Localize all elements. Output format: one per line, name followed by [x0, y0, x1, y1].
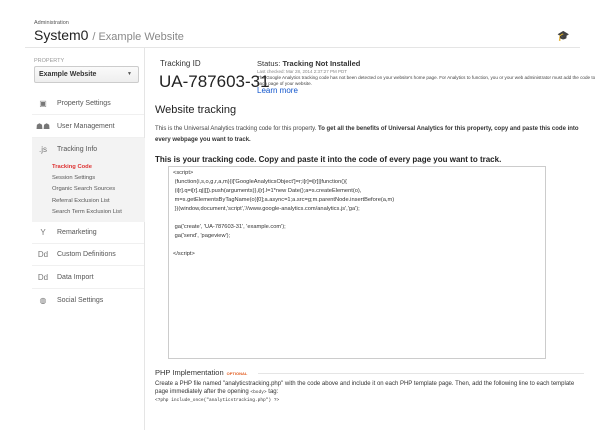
caret-down-icon: ▼ — [127, 71, 132, 77]
php-code: <?php include_once("analyticstracking.ph… — [155, 398, 280, 403]
php-desc-end: tag: — [266, 388, 279, 395]
php-title: PHP Implementation — [155, 368, 224, 377]
sidebar-item-custom-definitions[interactable]: Dd Custom Definitions — [32, 244, 144, 266]
account-name[interactable]: System0 — [34, 27, 88, 43]
sidebar-item-user-management[interactable]: ☗☗ User Management — [32, 116, 144, 138]
js-icon: .js — [39, 144, 47, 154]
sidebar-item-tracking-info[interactable]: .js Tracking Info — [32, 138, 144, 160]
globe-icon: ◍ — [39, 295, 47, 305]
website-tracking-description: This is the Universal Analytics tracking… — [155, 124, 585, 146]
website-tracking-heading: Website tracking — [155, 104, 237, 116]
tracking-code-textarea[interactable]: <script> (function(i,s,o,g,r,a,m){i['Goo… — [168, 166, 546, 359]
tracking-code-heading: This is your tracking code. Copy and pas… — [155, 155, 502, 164]
tracking-id-label: Tracking ID — [160, 59, 201, 68]
status: Status: Tracking Not Installed — [257, 59, 360, 68]
last-checked: Last checked: Mar 28, 2014 2:37:27 PM PD… — [257, 69, 348, 74]
layout-icon: ▣ — [39, 99, 47, 108]
status-label: Status: — [257, 59, 281, 68]
tracking-id: UA-787603-31 — [159, 72, 270, 91]
page-title: System0 / Example Website — [34, 27, 184, 43]
sidebar-item-social-settings[interactable]: ◍ Social Settings — [32, 289, 144, 311]
subnav-organic-search-sources[interactable]: Organic Search Sources — [52, 186, 115, 192]
sidebar-item-label: Property Settings — [57, 100, 111, 107]
desc-plain: This is the Universal Analytics tracking… — [155, 126, 318, 132]
subnav-session-settings[interactable]: Session Settings — [52, 175, 95, 181]
divider — [144, 48, 145, 430]
users-icon: ☗☗ — [35, 122, 51, 131]
dd-icon: Dd — [37, 273, 49, 282]
divider — [25, 47, 580, 48]
sidebar-item-label: Data Import — [57, 274, 94, 281]
status-value: Tracking Not Installed — [282, 59, 361, 68]
subnav-search-term-exclusion-list[interactable]: Search Term Exclusion List — [52, 209, 122, 215]
sidebar-item-remarketing[interactable]: Y Remarketing — [32, 222, 144, 244]
sidebar-item-label: Custom Definitions — [57, 251, 116, 258]
dd-icon: Dd — [37, 250, 49, 259]
php-desc-text: Create a PHP file named "analyticstracki… — [155, 381, 575, 395]
property-label: PROPERTY — [34, 58, 65, 64]
section-label: Administration — [34, 20, 69, 26]
graduation-cap-icon[interactable]: 🎓 — [557, 31, 569, 42]
sidebar-item-label: User Management — [57, 123, 115, 130]
sidebar-item-label: Tracking Info — [57, 145, 98, 153]
property-select-value: Example Website — [39, 71, 97, 78]
sidebar-item-label: Social Settings — [57, 296, 104, 304]
sidebar-item-data-import[interactable]: Dd Data Import — [32, 267, 144, 289]
property-name[interactable]: / Example Website — [92, 31, 184, 43]
php-description: Create a PHP file named "analyticstracki… — [155, 381, 575, 396]
learn-more-link[interactable]: Learn more — [257, 86, 298, 95]
php-heading: PHP Implementation OPTIONAL — [155, 368, 247, 377]
divider — [258, 373, 584, 374]
sidebar-item-label: Remarketing — [57, 229, 97, 236]
subnav-tracking-code[interactable]: Tracking Code — [52, 164, 92, 170]
remarketing-icon: Y — [40, 228, 46, 237]
property-select[interactable]: Example Website ▼ — [34, 66, 139, 83]
sidebar-item-property-settings[interactable]: ▣ Property Settings — [32, 93, 144, 115]
body-tag: <body> — [250, 389, 267, 395]
status-description: The Google Analytics tracking code has n… — [257, 75, 596, 86]
subnav-referral-exclusion-list[interactable]: Referral Exclusion List — [52, 198, 110, 204]
optional-badge: OPTIONAL — [226, 371, 248, 376]
